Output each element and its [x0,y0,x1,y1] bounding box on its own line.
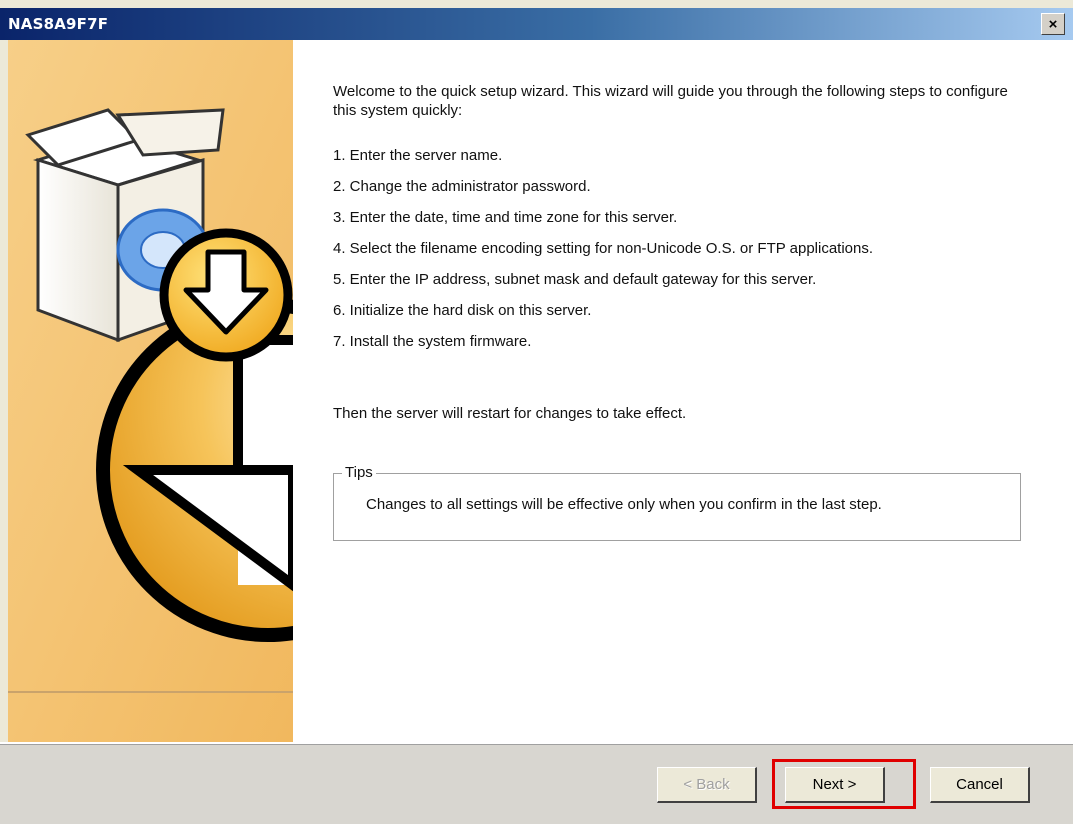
list-item: 5. Enter the IP address, subnet mask and… [333,271,817,288]
steps-list: 1. Enter the server name. 2. Change the … [333,140,873,357]
tips-text: Changes to all settings will be effectiv… [366,496,882,513]
tips-groupbox: Tips Changes to all settings will be eff… [333,464,1021,541]
restart-note: Then the server will restart for changes… [333,405,687,422]
list-item: 4. Select the filename encoding setting … [333,240,874,257]
list-item: 3. Enter the date, time and time zone fo… [333,209,678,226]
close-button[interactable]: × [1041,13,1065,35]
wizard-window: NAS8A9F7F × Welcome to the quick setup w… [0,0,1073,824]
software-box-download-icon [8,40,293,742]
next-button-highlight [772,759,916,809]
cancel-button[interactable]: Cancel [930,767,1030,803]
wizard-content: Welcome to the quick setup wizard. This … [293,40,1073,742]
list-item: 2. Change the administrator password. [333,178,591,195]
window-title: NAS8A9F7F [8,15,109,33]
button-bar: < Back Next > Cancel [0,742,1073,824]
close-icon: × [1048,15,1058,33]
list-item: 6. Initialize the hard disk on this serv… [333,302,592,319]
back-button[interactable]: < Back [657,767,757,803]
title-bar[interactable]: NAS8A9F7F × [0,8,1073,40]
list-item: 7. Install the system firmware. [333,333,532,350]
tips-legend: Tips [342,464,376,481]
side-graphic-panel [8,40,293,742]
list-item: 1. Enter the server name. [333,147,503,164]
intro-text: Welcome to the quick setup wizard. This … [333,83,1008,119]
